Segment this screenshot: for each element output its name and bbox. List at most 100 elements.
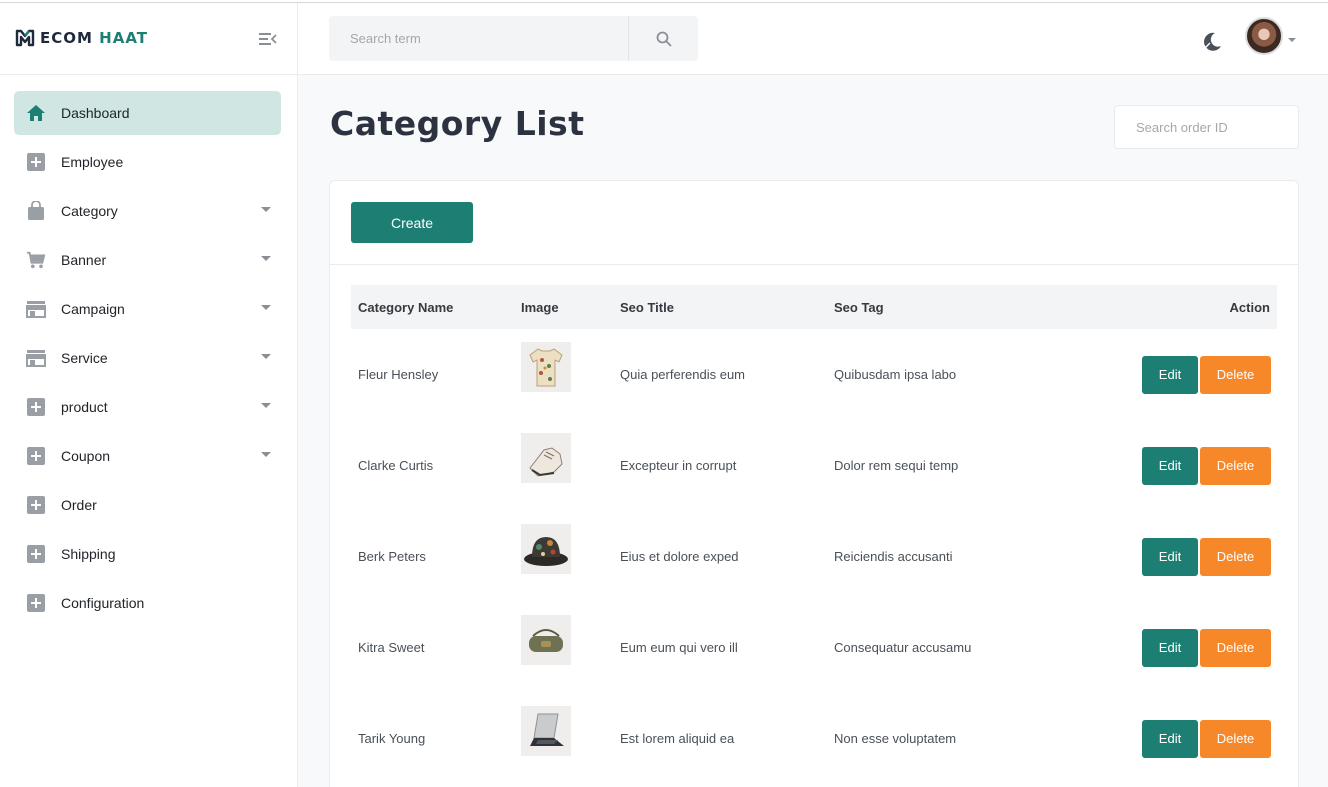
chevron-down-icon xyxy=(261,256,271,261)
cell-seo-title: Eius et dolore exped xyxy=(620,549,739,564)
delete-button[interactable]: Delete xyxy=(1200,719,1271,758)
plus-square-icon xyxy=(26,397,46,417)
cell-actions: Edit Delete xyxy=(1077,329,1277,420)
table-row: Fleur Hensley Quia perferendis eum Quibusd… xyxy=(351,329,1277,420)
order-id-search-input[interactable] xyxy=(1114,105,1299,149)
delete-button[interactable]: Delete xyxy=(1200,355,1271,394)
chevron-down-icon xyxy=(261,354,271,359)
collapse-menu-icon[interactable] xyxy=(259,32,277,46)
bag-icon xyxy=(26,201,46,221)
plus-square-icon xyxy=(26,495,46,515)
table-row: Kitra Sweet Eum eum qui vero ill Consequat… xyxy=(351,602,1277,693)
cell-category-name: Clarke Curtis xyxy=(358,458,434,473)
theme-toggle-moon-icon[interactable] xyxy=(1201,30,1223,52)
top-header xyxy=(298,3,1328,75)
delete-button[interactable]: Delete xyxy=(1200,628,1271,667)
brand-area: ECOM HAAT xyxy=(0,3,297,75)
cell-seo-title: Excepteur in corrupt xyxy=(620,458,737,473)
cell-actions: Edit Delete xyxy=(1077,602,1277,693)
search-input[interactable] xyxy=(329,16,628,61)
brand-name: ECOM HAAT xyxy=(40,29,148,47)
bag-image xyxy=(521,615,571,665)
cell-image xyxy=(514,511,613,602)
category-card: Create Category Name Image Seo Title Seo… xyxy=(329,180,1299,787)
sidebar-item-label: Service xyxy=(61,350,108,366)
cart-icon xyxy=(26,250,46,270)
hat-image xyxy=(521,524,571,574)
sidebar-nav: Dashboard Employee Category Banner Campaign S… xyxy=(14,91,281,630)
cell-seo-tag: Reiciendis accusanti xyxy=(834,549,953,564)
table-row: Clarke Curtis Excepteur in corrupt Dolor r… xyxy=(351,420,1277,511)
sidebar-item-label: Employee xyxy=(61,154,124,170)
table-row: Tarik Young Est lorem aliquid ea Non esse … xyxy=(351,693,1277,784)
column-header-image: Image xyxy=(521,299,559,315)
laptop-stand-image xyxy=(521,706,571,756)
sidebar-item-service[interactable]: Service xyxy=(14,336,281,380)
create-button[interactable]: Create xyxy=(351,202,473,243)
brand-name-part2: HAAT xyxy=(99,29,148,47)
store-icon xyxy=(26,299,46,319)
category-table: Category Name Image Seo Title Seo Tag Ac… xyxy=(351,285,1277,784)
search-icon xyxy=(656,31,672,47)
chevron-down-icon xyxy=(261,207,271,212)
store-icon xyxy=(26,348,46,368)
cell-seo-tag: Dolor rem sequi temp xyxy=(834,458,959,473)
cell-actions: Edit Delete xyxy=(1077,511,1277,602)
cell-seo-tag: Consequatur accusamu xyxy=(834,640,972,655)
cell-actions: Edit Delete xyxy=(1077,420,1277,511)
cell-seo-title: Quia perferendis eum xyxy=(620,367,746,382)
cell-seo-title: Est lorem aliquid ea xyxy=(620,731,735,746)
shirt-image xyxy=(521,342,571,392)
cell-category-name: Tarik Young xyxy=(358,731,426,746)
edit-button[interactable]: Edit xyxy=(1142,719,1198,758)
home-icon xyxy=(26,103,46,123)
edit-button[interactable]: Edit xyxy=(1142,446,1198,485)
chevron-down-icon xyxy=(261,403,271,408)
sidebar-item-product[interactable]: product xyxy=(14,385,281,429)
sidebar-item-label: Order xyxy=(61,497,97,513)
edit-button[interactable]: Edit xyxy=(1142,628,1198,667)
logo-mark-icon xyxy=(15,29,35,47)
brand-name-part1: ECOM xyxy=(40,29,100,47)
logo[interactable]: ECOM HAAT xyxy=(15,29,148,47)
column-header-category-name: Category Name xyxy=(358,299,454,315)
cell-image xyxy=(514,602,613,693)
delete-button[interactable]: Delete xyxy=(1200,537,1271,576)
chevron-down-icon xyxy=(261,305,271,310)
sidebar-item-banner[interactable]: Banner xyxy=(14,238,281,282)
sidebar-item-label: Category xyxy=(61,203,118,219)
table-row: Berk Peters Eius et dolore exped Reiciendi… xyxy=(351,511,1277,602)
edit-button[interactable]: Edit xyxy=(1142,537,1198,576)
sidebar-item-label: Campaign xyxy=(61,301,125,317)
sidebar-item-label: Configuration xyxy=(61,595,145,611)
card-header: Create xyxy=(330,181,1298,265)
sidebar-item-order[interactable]: Order xyxy=(14,483,281,527)
cell-seo-title: Eum eum qui vero ill xyxy=(620,640,738,655)
table-header-row: Category Name Image Seo Title Seo Tag Ac… xyxy=(351,285,1277,329)
sidebar-item-dashboard[interactable]: Dashboard xyxy=(14,91,281,135)
user-avatar[interactable] xyxy=(1245,17,1283,55)
sidebar-item-coupon[interactable]: Coupon xyxy=(14,434,281,478)
sidebar-item-label: Shipping xyxy=(61,546,116,562)
sidebar-item-configuration[interactable]: Configuration xyxy=(14,581,281,625)
edit-button[interactable]: Edit xyxy=(1142,355,1198,394)
plus-square-icon xyxy=(26,446,46,466)
sidebar-item-shipping[interactable]: Shipping xyxy=(14,532,281,576)
sidebar-item-label: Banner xyxy=(61,252,107,268)
sidebar-item-category[interactable]: Category xyxy=(14,189,281,233)
cell-seo-tag: Non esse voluptatem xyxy=(834,731,957,746)
cell-image xyxy=(514,420,613,511)
sidebar: ECOM HAAT Dashboard Employee Category Banne… xyxy=(0,3,298,787)
sidebar-item-campaign[interactable]: Campaign xyxy=(14,287,281,331)
column-header-seo-title: Seo Title xyxy=(620,299,674,315)
cell-category-name: Fleur Hensley xyxy=(358,367,439,382)
plus-square-icon xyxy=(26,152,46,172)
chevron-down-icon[interactable] xyxy=(1288,38,1296,42)
cell-image xyxy=(514,329,613,420)
sidebar-item-employee[interactable]: Employee xyxy=(14,140,281,184)
sidebar-item-label: product xyxy=(61,399,108,415)
page-title: Category List xyxy=(330,104,585,143)
delete-button[interactable]: Delete xyxy=(1200,446,1271,485)
search-button[interactable] xyxy=(628,16,698,61)
shoe-image xyxy=(521,433,571,483)
